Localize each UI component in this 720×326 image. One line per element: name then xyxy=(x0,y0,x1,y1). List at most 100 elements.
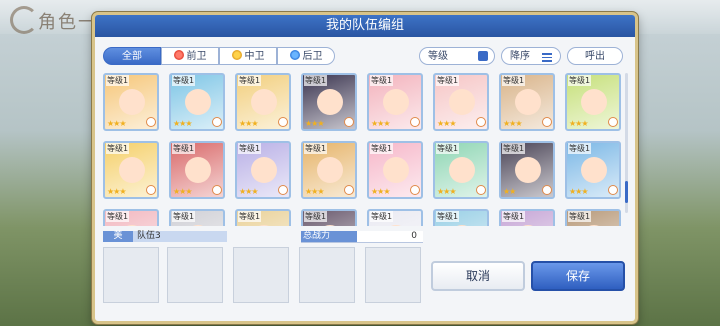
card-level: 等级1 xyxy=(172,211,196,222)
character-portrait xyxy=(185,89,211,115)
rank-arrow-icon xyxy=(410,185,420,195)
mid-role-icon xyxy=(231,50,242,60)
star-rating: ★★★ xyxy=(437,119,456,128)
scrollbar-thumb[interactable] xyxy=(625,181,628,203)
card-level: 等级1 xyxy=(502,75,526,86)
cancel-button[interactable]: 取消 xyxy=(431,261,525,291)
rank-arrow-icon xyxy=(542,117,552,127)
character-portrait xyxy=(383,225,409,226)
character-card[interactable]: 等级1 ★★★ xyxy=(565,73,621,131)
team-slot-2[interactable] xyxy=(167,247,223,303)
rank-arrow-icon xyxy=(278,117,288,127)
star-rating: ★★★ xyxy=(107,187,126,196)
card-level: 等级1 xyxy=(238,211,262,222)
team-name-bar: 美 队伍3 xyxy=(103,231,227,242)
sort-by-level-button[interactable]: 等级 xyxy=(419,47,495,65)
card-level: 等级1 xyxy=(304,75,328,86)
star-rating: ★★ xyxy=(503,187,516,196)
character-portrait xyxy=(185,225,211,226)
character-portrait xyxy=(581,157,607,183)
character-portrait xyxy=(449,89,475,115)
order-button[interactable]: 降序 xyxy=(501,47,561,65)
character-card[interactable]: 等级1 ★★★ xyxy=(433,73,489,131)
character-portrait xyxy=(119,89,145,115)
character-card[interactable]: 等级1 ★★★ xyxy=(433,141,489,199)
tab-front[interactable]: 前卫 xyxy=(161,47,219,65)
character-card[interactable]: 等级1 ★★★ xyxy=(169,141,225,199)
character-card[interactable]: 等级1 ★★★ xyxy=(367,73,423,131)
character-portrait xyxy=(581,225,607,226)
team-slot-1[interactable] xyxy=(103,247,159,303)
team-edit-dialog: 我的队伍编组 全部 前卫 中卫 后卫 等级 降序 呼出 等级1 ★★★ 等级1 ★★★… xyxy=(92,12,638,324)
character-card[interactable]: 等级1 xyxy=(235,209,291,226)
rank-arrow-icon xyxy=(608,185,618,195)
character-card[interactable]: 等级1 xyxy=(367,209,423,226)
character-card[interactable]: 等级1 ★★★ xyxy=(565,141,621,199)
character-portrait xyxy=(185,157,211,183)
total-power-bar: 总战力 0 xyxy=(301,231,423,243)
character-card[interactable]: 等级1 xyxy=(433,209,489,226)
menu-swirl-icon xyxy=(10,6,38,34)
rank-arrow-icon xyxy=(146,117,156,127)
total-power-value: 0 xyxy=(411,231,417,241)
character-portrait xyxy=(317,225,343,226)
tab-back[interactable]: 后卫 xyxy=(277,47,335,65)
star-rating: ★★★ xyxy=(173,187,192,196)
character-card[interactable]: 等级1 ★★★ xyxy=(499,73,555,131)
star-rating: ★★★ xyxy=(569,187,588,196)
rank-arrow-icon xyxy=(542,185,552,195)
star-rating: ★★★ xyxy=(503,119,522,128)
star-rating: ★★★ xyxy=(305,119,324,128)
card-level: 等级1 xyxy=(370,143,394,154)
save-button[interactable]: 保存 xyxy=(531,261,625,291)
character-card[interactable]: 等级1 xyxy=(103,209,159,226)
call-button[interactable]: 呼出 xyxy=(567,47,623,65)
rank-arrow-icon xyxy=(212,185,222,195)
character-card[interactable]: 等级1 ★★★ xyxy=(103,141,159,199)
card-level: 等级1 xyxy=(106,211,130,222)
card-level: 等级1 xyxy=(106,143,130,154)
card-level: 等级1 xyxy=(370,211,394,222)
rank-arrow-icon xyxy=(608,117,618,127)
character-portrait xyxy=(251,157,277,183)
character-card[interactable]: 等级1 ★★★ xyxy=(169,73,225,131)
star-rating: ★★★ xyxy=(569,119,588,128)
team-slot-5[interactable] xyxy=(365,247,421,303)
sort-square-icon xyxy=(478,51,488,61)
character-portrait xyxy=(317,89,343,115)
character-card[interactable]: 等级1 ★★★ xyxy=(235,141,291,199)
tab-all[interactable]: 全部 xyxy=(103,47,161,65)
grid-scrollbar[interactable] xyxy=(625,73,628,213)
tab-mid[interactable]: 中卫 xyxy=(219,47,277,65)
card-level: 等级1 xyxy=(502,143,526,154)
front-role-icon xyxy=(173,50,184,60)
character-card[interactable]: 等级1 ★★ xyxy=(499,141,555,199)
character-card[interactable]: 等级1 ★★★ xyxy=(103,73,159,131)
character-portrait xyxy=(251,89,277,115)
star-rating: ★★★ xyxy=(107,119,126,128)
role-filter-tabs: 全部 前卫 中卫 后卫 xyxy=(103,47,335,65)
character-portrait xyxy=(449,225,475,226)
star-rating: ★★★ xyxy=(371,119,390,128)
back-role-icon xyxy=(289,50,300,60)
character-grid: 等级1 ★★★ 等级1 ★★★ 等级1 ★★★ 等级1 ★★★ 等级1 ★★★ 等级1 ★★★ 等级1 ★… xyxy=(103,71,623,226)
character-card[interactable]: 等级1 xyxy=(499,209,555,226)
character-card[interactable]: 等级1 ★★★ xyxy=(367,141,423,199)
team-label: 美 xyxy=(103,231,133,242)
character-card[interactable]: 等级1 xyxy=(169,209,225,226)
rank-arrow-icon xyxy=(212,117,222,127)
character-card[interactable]: 等级1 ★★★ xyxy=(301,73,357,131)
character-card[interactable]: 等级1 ★★★ xyxy=(301,141,357,199)
character-card[interactable]: 等级1 xyxy=(565,209,621,226)
rank-arrow-icon xyxy=(476,117,486,127)
team-slot-4[interactable] xyxy=(299,247,355,303)
character-portrait xyxy=(383,157,409,183)
card-level: 等级1 xyxy=(568,211,592,222)
team-slot-3[interactable] xyxy=(233,247,289,303)
character-portrait xyxy=(515,225,541,226)
character-card[interactable]: 等级1 ★★★ xyxy=(235,73,291,131)
character-portrait xyxy=(383,89,409,115)
star-rating: ★★★ xyxy=(437,187,456,196)
character-card[interactable]: 等级1 xyxy=(301,209,357,226)
card-level: 等级1 xyxy=(568,75,592,86)
